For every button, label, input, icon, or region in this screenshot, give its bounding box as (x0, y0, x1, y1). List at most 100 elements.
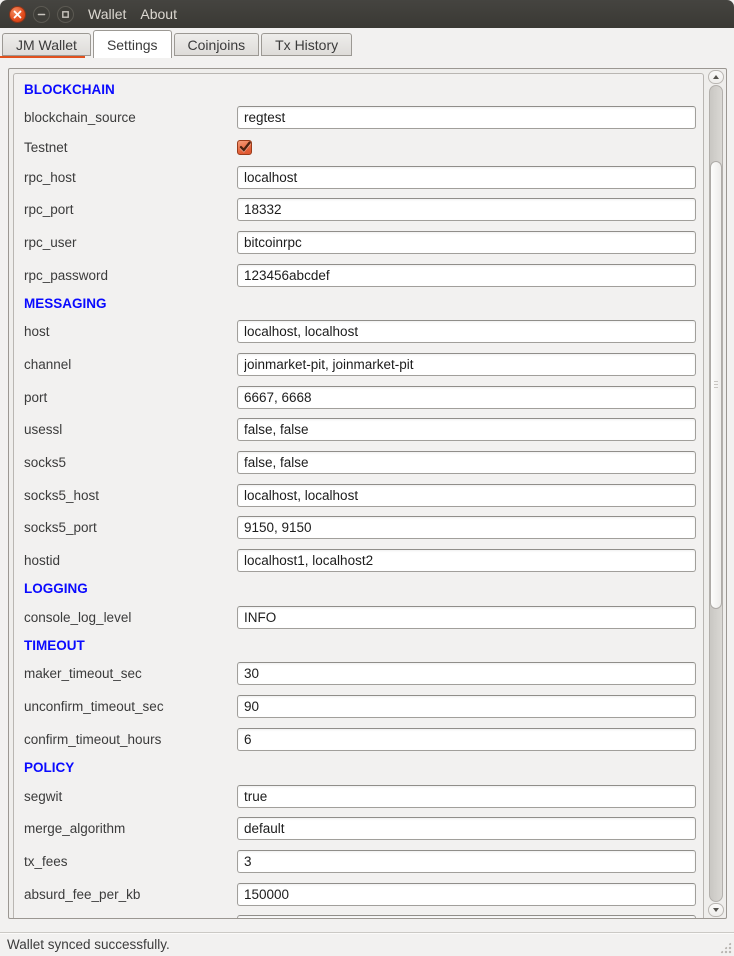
field-label: rpc_user (24, 235, 237, 250)
form-row: socks5 (14, 446, 703, 479)
host-input[interactable] (237, 320, 696, 343)
form-row: maker_timeout_sec (14, 658, 703, 691)
form-row: rpc_host (14, 161, 703, 194)
channel-input[interactable] (237, 353, 696, 376)
tab-settings[interactable]: Settings (93, 30, 172, 58)
app-window: Wallet About JM Wallet Settings Coinjoin… (0, 0, 734, 956)
unconfirm_timeout_sec-input[interactable] (237, 695, 696, 718)
form-row: port (14, 381, 703, 414)
form-row: socks5_port (14, 512, 703, 545)
port-input[interactable] (237, 386, 696, 409)
socks5_port-input[interactable] (237, 516, 696, 539)
active-tab-accent-line (0, 56, 85, 58)
section-title-policy: POLICY (14, 756, 703, 780)
scrollbar-track[interactable] (709, 85, 723, 902)
tx_fees-input[interactable] (237, 850, 696, 873)
testnet-checkbox[interactable] (237, 140, 252, 155)
form-row: tx_fees (14, 845, 703, 878)
scroll-down-button[interactable] (708, 903, 724, 917)
vertical-scrollbar[interactable] (707, 70, 725, 917)
tab-bar: JM Wallet Settings Coinjoins Tx History (0, 28, 734, 58)
form-row: merge_algorithm (14, 812, 703, 845)
form-row: rpc_password (14, 259, 703, 292)
scroll-up-icon (713, 75, 719, 79)
rpc_user-input[interactable] (237, 231, 696, 254)
form-row: unconfirm_timeout_sec (14, 690, 703, 723)
usessl-input[interactable] (237, 418, 696, 441)
field-label: socks5 (24, 455, 237, 470)
console_log_level-input[interactable] (237, 606, 696, 629)
form-row: hostid (14, 544, 703, 577)
rpc_port-input[interactable] (237, 198, 696, 221)
tab-tx-history[interactable]: Tx History (261, 33, 352, 56)
maximize-button[interactable] (57, 6, 74, 23)
settings-scroll-area: BLOCKCHAIN blockchain_source Testnet rpc_ho… (8, 68, 727, 919)
field-label: unconfirm_timeout_sec (24, 699, 237, 714)
field-label: blockchain_source (24, 110, 237, 125)
section-title-timeout: TIMEOUT (14, 634, 703, 658)
next-field-input[interactable] (237, 915, 696, 919)
tab-jm-wallet[interactable]: JM Wallet (2, 33, 91, 56)
field-label: rpc_password (24, 268, 237, 283)
minimize-button[interactable] (33, 6, 50, 23)
field-label: rpc_host (24, 170, 237, 185)
status-message: Wallet synced successfully. (7, 937, 170, 952)
form-row: rpc_port (14, 193, 703, 226)
maker_timeout_sec-input[interactable] (237, 662, 696, 685)
field-label: hostid (24, 553, 237, 568)
check-icon (238, 140, 252, 154)
form-row: segwit (14, 780, 703, 813)
field-label: tx_fees (24, 854, 237, 869)
rpc_host-input[interactable] (237, 166, 696, 189)
menu-about[interactable]: About (133, 6, 184, 22)
field-label: Testnet (24, 140, 237, 155)
close-icon (13, 10, 22, 19)
section-title-logging: LOGGING (14, 577, 703, 601)
rpc_password-input[interactable] (237, 264, 696, 287)
form-row: socks5_host (14, 479, 703, 512)
segwit-input[interactable] (237, 785, 696, 808)
field-label: maker_timeout_sec (24, 666, 237, 681)
form-row: absurd_fee_per_kb (14, 878, 703, 911)
field-label: absurd_fee_per_kb (24, 887, 237, 902)
scrollbar-thumb[interactable] (710, 161, 722, 609)
form-row: blockchain_source (14, 101, 703, 134)
form-row: console_log_level (14, 601, 703, 634)
settings-form: BLOCKCHAIN blockchain_source Testnet rpc_ho… (13, 73, 704, 919)
socks5-input[interactable] (237, 451, 696, 474)
confirm_timeout_hours-input[interactable] (237, 728, 696, 751)
status-bar: Wallet synced successfully. (0, 932, 734, 956)
blockchain_source-input[interactable] (237, 106, 696, 129)
maximize-icon (61, 10, 70, 19)
section-title-blockchain: BLOCKCHAIN (14, 77, 703, 101)
tab-coinjoins[interactable]: Coinjoins (174, 33, 260, 56)
field-label: merge_algorithm (24, 821, 237, 836)
hostid-input[interactable] (237, 549, 696, 572)
section-title-messaging: MESSAGING (14, 291, 703, 315)
form-row (14, 910, 703, 919)
form-row: host (14, 315, 703, 348)
field-label: confirm_timeout_hours (24, 732, 237, 747)
titlebar[interactable]: Wallet About (0, 0, 734, 28)
scroll-down-icon (713, 908, 719, 912)
scroll-up-button[interactable] (708, 70, 724, 84)
menu-wallet[interactable]: Wallet (81, 6, 133, 22)
resize-grip[interactable] (719, 941, 732, 954)
minimize-icon (37, 10, 46, 19)
field-label: socks5_port (24, 520, 237, 535)
field-label: console_log_level (24, 610, 237, 625)
close-button[interactable] (9, 6, 26, 23)
field-label: socks5_host (24, 488, 237, 503)
merge_algorithm-input[interactable] (237, 817, 696, 840)
field-label: usessl (24, 422, 237, 437)
absurd_fee_per_kb-input[interactable] (237, 883, 696, 906)
socks5_host-input[interactable] (237, 484, 696, 507)
field-label: rpc_port (24, 202, 237, 217)
form-row: rpc_user (14, 226, 703, 259)
form-row: channel (14, 348, 703, 381)
field-label: port (24, 390, 237, 405)
field-label: channel (24, 357, 237, 372)
form-row: confirm_timeout_hours (14, 723, 703, 756)
form-row: Testnet (14, 134, 703, 161)
field-label: host (24, 324, 237, 339)
